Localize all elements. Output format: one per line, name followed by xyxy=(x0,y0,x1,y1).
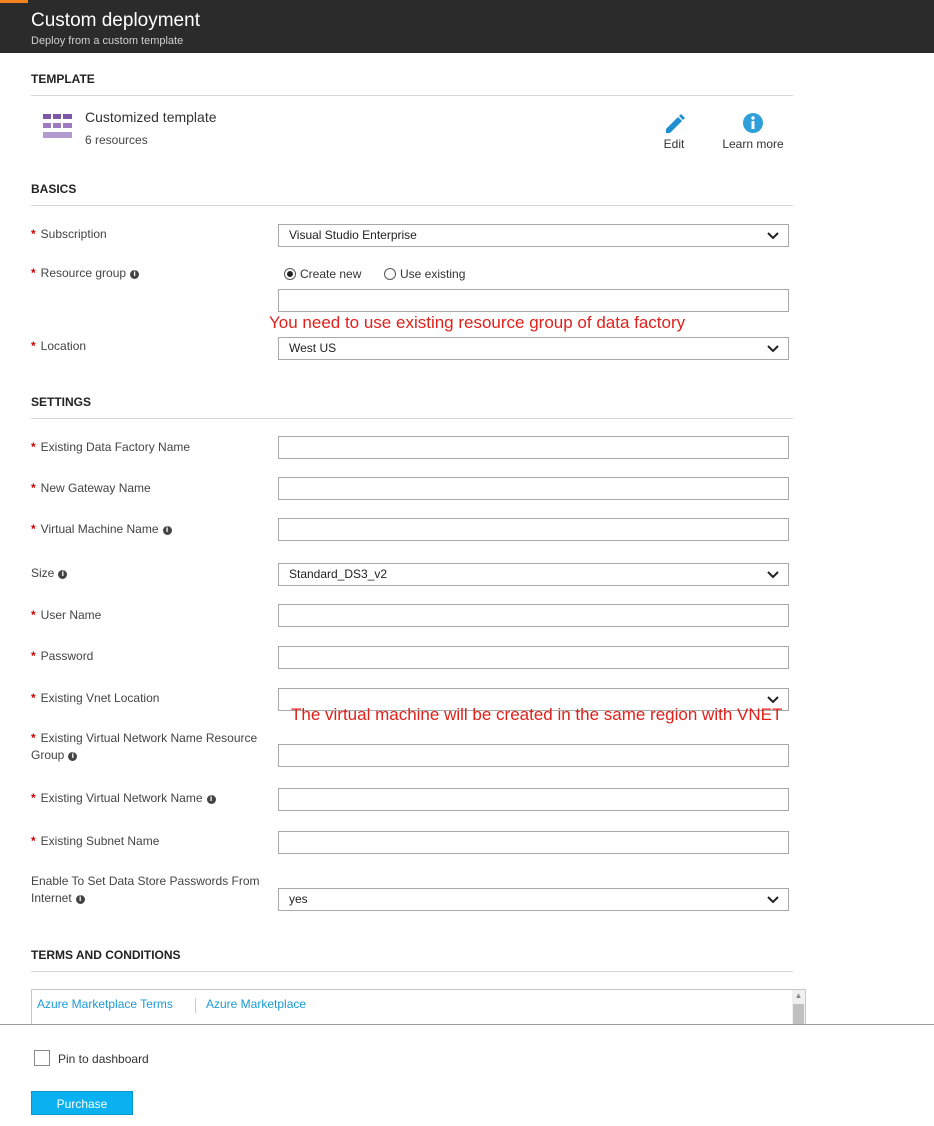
password-label: * Password xyxy=(31,649,94,663)
data-factory-name-label: * Existing Data Factory Name xyxy=(31,440,191,454)
info-icon[interactable]: i xyxy=(206,795,216,804)
divider xyxy=(31,418,793,419)
location-label: * Location xyxy=(31,339,87,353)
vm-name-input[interactable] xyxy=(278,518,789,541)
info-icon[interactable]: i xyxy=(75,895,85,904)
required-marker: * xyxy=(31,691,36,705)
section-basics-title: BASICS xyxy=(31,182,77,196)
divider xyxy=(31,205,793,206)
required-marker: * xyxy=(31,339,36,353)
size-select[interactable]: Standard_DS3_v2 xyxy=(278,563,789,586)
data-store-select[interactable]: yes xyxy=(278,888,789,911)
info-circle-icon xyxy=(743,113,763,133)
purchase-button[interactable]: Purchase xyxy=(31,1091,133,1115)
radio-use-existing[interactable]: Use existing xyxy=(384,267,465,281)
terms-link-marketplace[interactable]: Azure Marketplace xyxy=(206,997,306,1011)
header-accent xyxy=(0,0,28,3)
radio-unselected-icon xyxy=(384,268,396,280)
chevron-down-icon xyxy=(767,896,779,904)
info-icon[interactable]: i xyxy=(162,526,172,535)
size-label: Size i xyxy=(31,565,68,582)
data-store-value: yes xyxy=(289,892,308,906)
vnet-rg-label: * Existing Virtual Network Name Resource G… xyxy=(31,731,258,762)
required-marker: * xyxy=(31,731,36,745)
required-marker: * xyxy=(31,481,36,495)
section-terms-title: TERMS AND CONDITIONS xyxy=(31,948,181,962)
subscription-select[interactable]: Visual Studio Enterprise xyxy=(278,224,789,247)
pin-to-dashboard-checkbox[interactable] xyxy=(34,1050,50,1066)
subscription-value: Visual Studio Enterprise xyxy=(289,228,417,242)
data-store-label: Enable To Set Data Store Passwords From I… xyxy=(31,874,260,905)
required-marker: * xyxy=(31,608,36,622)
user-name-label: * User Name xyxy=(31,608,102,622)
learn-more-button[interactable]: Learn more xyxy=(716,112,790,151)
annotation-resource-group: You need to use existing resource group … xyxy=(269,313,686,332)
password-input[interactable] xyxy=(278,646,789,669)
user-name-input[interactable] xyxy=(278,604,789,627)
required-marker: * xyxy=(31,522,36,536)
location-select[interactable]: West US xyxy=(278,337,789,360)
radio-create-new-label: Create new xyxy=(300,267,362,281)
annotation-vnet: The virtual machine will be created in t… xyxy=(291,705,783,724)
section-settings-title: SETTINGS xyxy=(31,395,92,409)
scroll-up-icon[interactable]: ▲ xyxy=(792,990,805,1002)
required-marker: * xyxy=(31,266,36,280)
page-title: Custom deployment xyxy=(31,10,200,31)
radio-use-existing-label: Use existing xyxy=(400,267,466,281)
template-grid-icon xyxy=(43,114,72,138)
gateway-name-input[interactable] xyxy=(278,477,789,500)
template-name: Customized template xyxy=(85,109,217,125)
vm-name-label: * Virtual Machine Name i xyxy=(31,521,172,538)
subnet-name-input[interactable] xyxy=(278,831,789,854)
edit-label: Edit xyxy=(663,137,685,151)
terms-scrollbar[interactable]: ▲ xyxy=(792,990,805,1028)
pencil-icon xyxy=(666,114,685,133)
terms-separator xyxy=(195,998,196,1013)
divider xyxy=(31,95,793,96)
terms-link-marketplace-terms[interactable]: Azure Marketplace Terms xyxy=(37,997,173,1011)
vnet-rg-input[interactable] xyxy=(278,744,789,767)
radio-create-new[interactable]: Create new xyxy=(284,267,361,281)
vnet-location-label: * Existing Vnet Location xyxy=(31,691,160,705)
info-icon[interactable]: i xyxy=(68,752,78,761)
footer-bar xyxy=(0,1024,934,1126)
resource-group-label: * Resource group i xyxy=(31,265,140,282)
size-value: Standard_DS3_v2 xyxy=(289,567,388,581)
info-icon[interactable]: i xyxy=(58,570,68,579)
vnet-name-label: * Existing Virtual Network Name i xyxy=(31,790,216,807)
edit-button[interactable]: Edit xyxy=(655,111,693,151)
required-marker: * xyxy=(31,791,36,805)
chevron-down-icon xyxy=(767,232,779,240)
template-resource-count: 6 resources xyxy=(85,133,148,147)
subscription-label: * Subscription xyxy=(31,227,107,241)
chevron-down-icon xyxy=(767,345,779,353)
required-marker: * xyxy=(31,649,36,663)
gateway-name-label: * New Gateway Name xyxy=(31,481,151,495)
subnet-name-label: * Existing Subnet Name xyxy=(31,834,160,848)
required-marker: * xyxy=(31,440,36,454)
data-factory-name-input[interactable] xyxy=(278,436,789,459)
section-template-title: TEMPLATE xyxy=(31,72,95,86)
location-value: West US xyxy=(289,341,337,355)
vnet-name-input[interactable] xyxy=(278,788,789,811)
pin-to-dashboard-label: Pin to dashboard xyxy=(58,1052,149,1066)
blade-header: Custom deployment Deploy from a custom t… xyxy=(0,0,934,53)
radio-selected-icon xyxy=(284,268,296,280)
info-icon[interactable]: i xyxy=(130,270,140,279)
required-marker: * xyxy=(31,227,36,241)
divider xyxy=(31,971,793,972)
required-marker: * xyxy=(31,834,36,848)
page-subtitle: Deploy from a custom template xyxy=(31,35,184,47)
learn-more-label: Learn more xyxy=(722,137,784,151)
chevron-down-icon xyxy=(767,571,779,579)
resource-group-input[interactable] xyxy=(278,289,789,312)
